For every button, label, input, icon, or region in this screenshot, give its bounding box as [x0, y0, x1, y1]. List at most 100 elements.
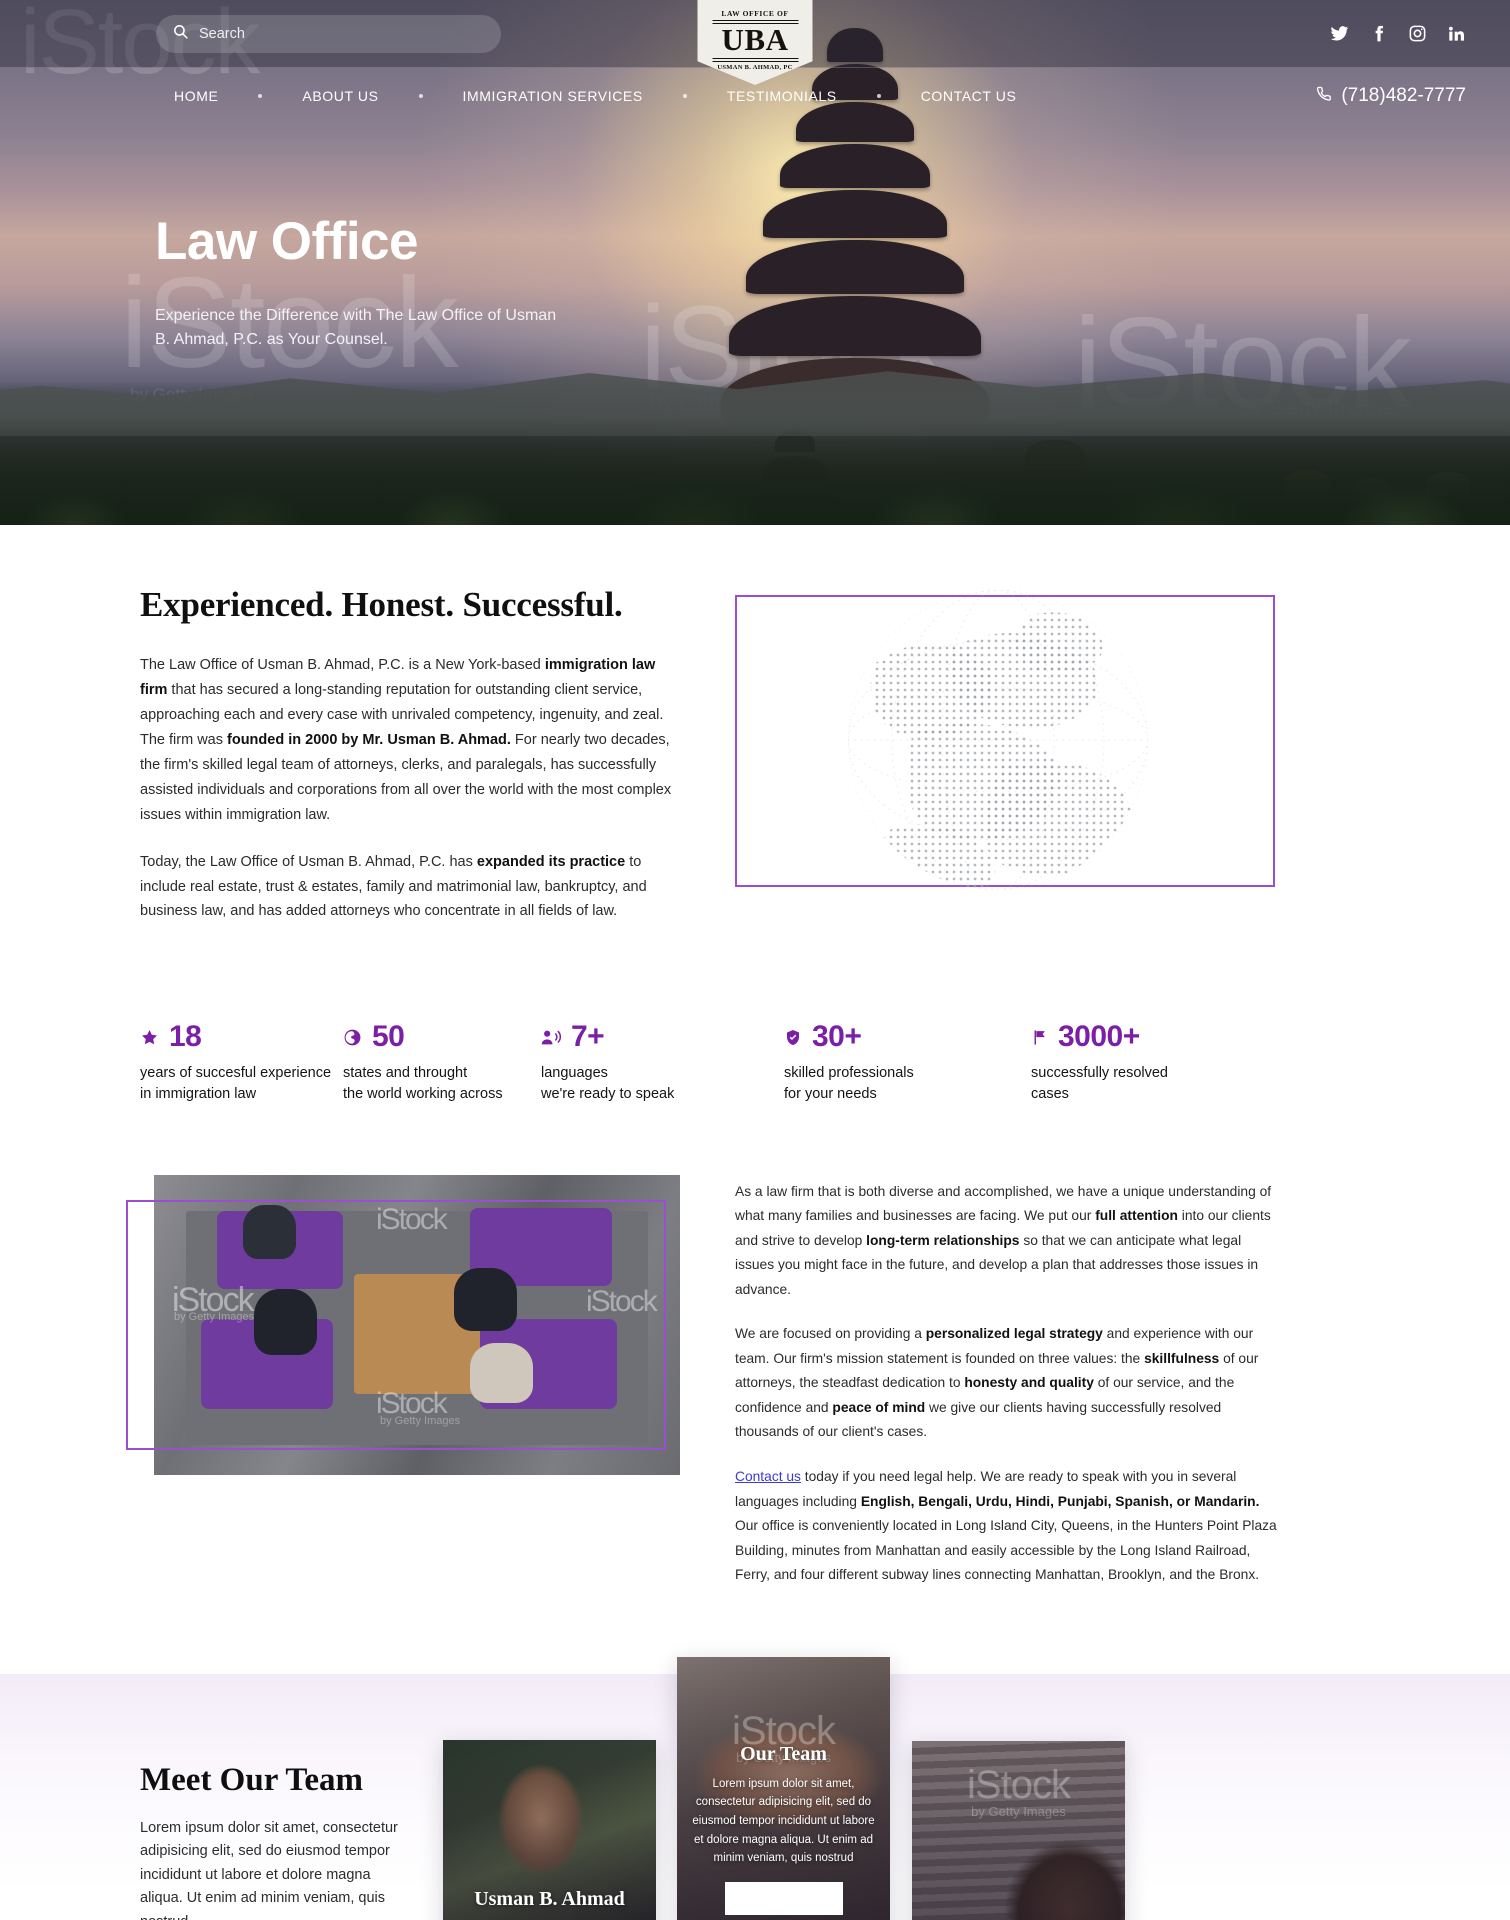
stat-label: skilled professionals for your needs — [784, 1063, 1031, 1104]
body-text: The Law Office of Usman B. Ahmad, P.C. i… — [140, 657, 545, 673]
mission-paragraph-1: As a law firm that is both diverse and a… — [735, 1180, 1280, 1303]
phone-link[interactable]: (718)482-7777 — [1315, 85, 1466, 108]
person — [243, 1204, 296, 1259]
about-headline: Experienced. Honest. Successful. — [140, 585, 623, 624]
office-photo-image: iStock by Getty Images iStock iStock iSt… — [154, 1174, 680, 1475]
stat-top: 30+ — [784, 1022, 1031, 1052]
stat-item-cases: 3000+ successfully resolved cases — [1031, 1022, 1168, 1104]
stat-label-line2: in immigration law — [140, 1085, 257, 1102]
speaker-icon — [541, 1028, 561, 1047]
globe-frame — [735, 590, 1275, 890]
nav-item-home[interactable]: HOME — [152, 88, 240, 104]
search-icon — [172, 23, 189, 45]
stat-label: years of succesful experience in immigra… — [140, 1063, 343, 1104]
team-card-join-us[interactable]: iStockby Getty Images Join Us iStock — [912, 1740, 1125, 1920]
nav-item-testimonials[interactable]: TESTIMONIALS — [705, 88, 859, 104]
office-photo-frame: iStock by Getty Images iStock iStock iSt… — [126, 1174, 680, 1475]
linkedin-icon[interactable] — [1447, 24, 1466, 43]
mission-row: iStock by Getty Images iStock iStock iSt… — [126, 1174, 1370, 1608]
mission-paragraph-2: We are focused on providing a personaliz… — [735, 1322, 1280, 1445]
emphasis-text: personalized legal strategy — [925, 1326, 1103, 1342]
about-wrapper: Experienced. Honest. Successful. The Law… — [126, 585, 1370, 1608]
nav-item-about-us[interactable]: ABOUT US — [280, 88, 400, 104]
logo-bottom-text: USMAN B. AHMAD, PC — [717, 63, 793, 71]
body-text: We are focused on providing a — [735, 1326, 926, 1342]
hero-section: iStock by Getty Images iStock by Getty I… — [0, 0, 1510, 525]
team-card-usman-ahmad[interactable]: Usman B. Ahmad Lorem ipsum dolor sit ame… — [443, 1739, 656, 1920]
stat-top: 7+ — [541, 1022, 784, 1052]
logo-monogram: UBA — [721, 21, 789, 57]
shield-icon — [784, 1028, 802, 1047]
team-card-desc: Lorem ipsum dolor sit amet, consectetur … — [692, 1777, 875, 1865]
stat-label-line1: states and throught — [343, 1065, 468, 1082]
stat-number: 18 — [169, 1020, 202, 1054]
team-card-name: Usman B. Ahmad — [474, 1887, 625, 1910]
logo-top-text: LAW OFFICE OF — [721, 9, 789, 18]
stat-label: successfully resolved cases — [1031, 1063, 1168, 1104]
team-card-text: Our Team Lorem ipsum dolor sit amet, con… — [677, 1743, 890, 1915]
phone-number: (718)482-7777 — [1341, 85, 1466, 106]
stat-item-professionals: 30+ skilled professionals for your needs — [784, 1022, 1031, 1104]
emphasis-text: founded in 2000 by Mr. Usman B. Ahmad. — [227, 731, 511, 748]
facebook-icon[interactable] — [1369, 24, 1388, 43]
stat-label-line2: the world working across — [343, 1085, 503, 1102]
stat-item-years: 18 years of succesful experience in immi… — [140, 1022, 343, 1104]
emphasis-text: skillfulness — [1144, 1350, 1220, 1366]
emphasis-text: expanded its practice — [476, 853, 626, 870]
hero-copy: Law Office Experience the Difference wit… — [0, 124, 1510, 353]
about-text-column: Experienced. Honest. Successful. The Law… — [140, 585, 680, 946]
hero-title: Law Office — [155, 212, 419, 271]
stat-number: 30+ — [812, 1020, 862, 1054]
team-card-our-team[interactable]: iStock by Getty Images Our Team Lorem ips… — [677, 1656, 890, 1920]
office-photo: iStock by Getty Images iStock iStock iSt… — [154, 1174, 680, 1475]
emphasis-text: honesty and quality — [964, 1375, 1094, 1391]
twitter-icon[interactable] — [1330, 24, 1349, 43]
person — [253, 1288, 318, 1355]
search-input[interactable] — [199, 25, 485, 42]
nav-separator-dot — [876, 94, 881, 98]
nav-item-immigration-services[interactable]: IMMIGRATION SERVICES — [441, 88, 665, 104]
stats-row: 18 years of succesful experience in immi… — [140, 1022, 1370, 1104]
person — [469, 1342, 533, 1403]
stat-label-line1: years of succesful experience — [140, 1065, 332, 1082]
stat-top: 3000+ — [1031, 1022, 1168, 1052]
body-text: Today, the Law Office of Usman B. Ahmad,… — [140, 853, 477, 870]
team-card-button[interactable] — [724, 1881, 843, 1915]
stat-label: states and throught the world working ac… — [343, 1063, 541, 1104]
team-wrapper: Meet Our Team Lorem ipsum dolor sit amet… — [140, 1656, 1370, 1920]
phone-icon — [1315, 85, 1332, 108]
about-paragraph-2: Today, the Law Office of Usman B. Ahmad,… — [140, 850, 680, 925]
team-section: Meet Our Team Lorem ipsum dolor sit amet… — [0, 1656, 1510, 1920]
nav-list: HOME ABOUT US IMMIGRATION SERVICES TESTI… — [152, 88, 1038, 104]
instagram-icon[interactable] — [1408, 24, 1427, 43]
stat-number: 50 — [372, 1020, 405, 1054]
person — [453, 1267, 517, 1331]
stat-top: 18 — [140, 1022, 343, 1052]
mission-photo-column: iStock by Getty Images iStock iStock iSt… — [126, 1174, 680, 1608]
contact-us-link[interactable]: Contact us — [735, 1469, 801, 1484]
stat-item-states: 50 states and throught the world working… — [343, 1022, 541, 1104]
about-section: Experienced. Honest. Successful. The Law… — [0, 525, 1510, 1608]
team-title: Meet Our Team — [140, 1761, 364, 1798]
nav-separator-dot — [682, 94, 687, 98]
logo-divider-top — [712, 20, 798, 21]
stat-top: 50 — [343, 1022, 541, 1052]
stat-number: 3000+ — [1058, 1020, 1140, 1054]
stat-label-line1: successfully resolved — [1031, 1065, 1168, 1082]
globe-illustration-column — [735, 585, 1275, 946]
nav-item-contact-us[interactable]: CONTACT US — [899, 88, 1039, 104]
stat-item-languages: 7+ languages we're ready to speak — [541, 1022, 784, 1104]
flag-icon — [1031, 1028, 1048, 1047]
search-box[interactable] — [156, 14, 501, 53]
globe-icon — [833, 555, 1163, 925]
social-links — [1330, 24, 1466, 43]
emphasis-text: English, Bengali, Urdu, Hindi, Punjabi, … — [860, 1493, 1260, 1509]
body-text: Our office is conveniently located in Lo… — [735, 1518, 1277, 1583]
logo-divider-bottom2 — [712, 60, 798, 62]
emphasis-text: long-term relationships — [866, 1232, 1020, 1248]
emphasis-text: full attention — [1095, 1208, 1178, 1224]
logo-divider-bottom — [712, 58, 798, 60]
nav-separator-dot — [418, 94, 423, 98]
nav-separator-dot — [258, 94, 263, 98]
stat-label: languages we're ready to speak — [541, 1063, 784, 1104]
